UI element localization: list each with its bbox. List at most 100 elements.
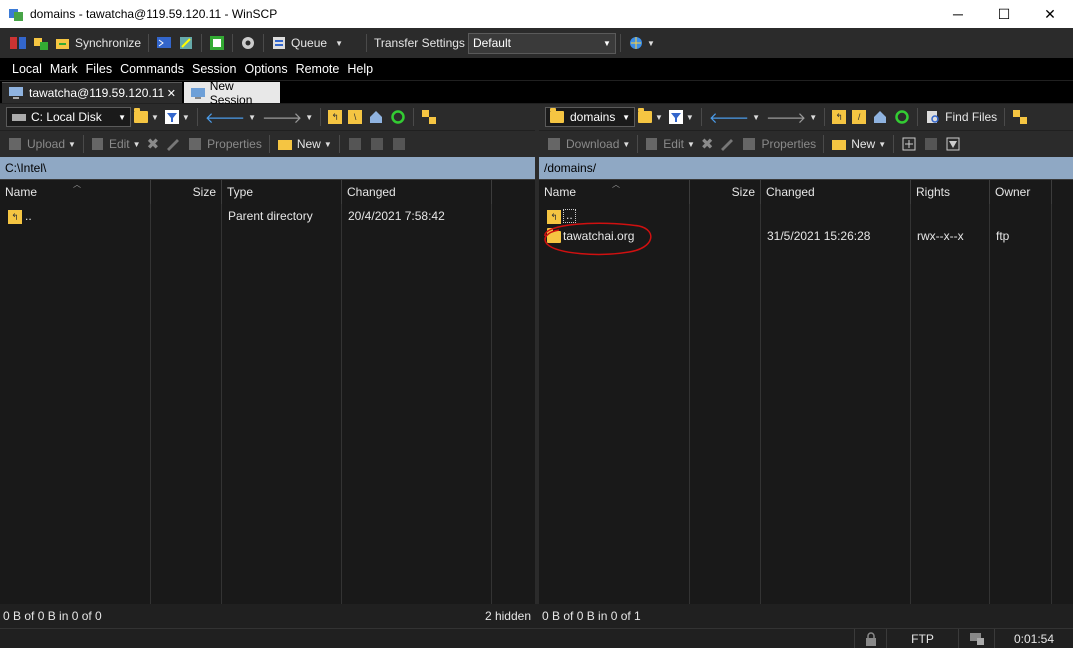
root-directory-icon[interactable]: / (849, 106, 869, 128)
forward-arrow-icon[interactable]: 🡒 ▼ (259, 106, 316, 128)
tree-toggle-icon[interactable] (1009, 106, 1031, 128)
download-button[interactable]: Download ▼ (543, 133, 633, 155)
parent-directory-icon[interactable]: ↰ (325, 106, 345, 128)
tree-toggle-icon[interactable] (418, 106, 440, 128)
column-header-rights[interactable]: Rights (911, 180, 990, 204)
column-header-changed[interactable]: Changed (342, 180, 492, 204)
table-row[interactable]: ↰ .. Parent directory 20/4/2021 7:58:42 (0, 206, 535, 226)
column-header-type[interactable]: Type (222, 180, 342, 204)
synchronize-browsing-icon[interactable] (30, 32, 52, 54)
remote-path-bar[interactable]: /domains/ (539, 157, 1073, 179)
file-changed: 20/4/2021 7:58:42 (348, 209, 445, 223)
select-all-icon[interactable] (344, 133, 366, 155)
column-header-size[interactable]: Size (690, 180, 761, 204)
close-tab-icon[interactable]: ✕ (167, 87, 176, 100)
status-bar: FTP 0:01:54 (0, 628, 1073, 648)
upload-button[interactable]: Upload ▼ (4, 133, 79, 155)
tab-new-session[interactable]: New Session (184, 79, 280, 107)
column-header-owner[interactable]: Owner (990, 180, 1052, 204)
console-icon[interactable] (153, 32, 175, 54)
back-arrow-icon[interactable]: 🡐 ▼ (202, 106, 259, 128)
file-name: .. (25, 209, 32, 223)
column-header-name[interactable]: Name ︿ (539, 180, 690, 204)
globe-icon[interactable]: ▼ (625, 32, 658, 54)
remote-file-list[interactable]: Name ︿ Size Changed Rights Owner ↰ .. taw… (539, 179, 1073, 605)
column-header-size[interactable]: Size (151, 180, 222, 204)
local-file-list[interactable]: Name ︿ Size Type Changed ↰ .. Parent dire… (0, 179, 535, 605)
menu-commands[interactable]: Commands (116, 58, 188, 80)
monitor-icon (9, 87, 23, 99)
synchronize-button[interactable]: Synchronize (52, 32, 144, 54)
remote-folder-select[interactable]: domains ▼ (545, 107, 635, 127)
properties-button[interactable]: Properties (738, 133, 819, 155)
parent-directory-icon[interactable]: ↰ (829, 106, 849, 128)
protocol-indicator: FTP (886, 629, 958, 648)
minimize-button[interactable]: ─ (935, 0, 981, 28)
column-header-name[interactable]: Name ︿ (0, 180, 151, 204)
hidden-count: 2 hidden (484, 609, 531, 623)
home-icon[interactable] (869, 106, 891, 128)
queue-button[interactable]: Queue ▼ (268, 32, 346, 54)
filter-select-icon[interactable] (388, 133, 410, 155)
menu-help[interactable]: Help (343, 58, 377, 80)
filter-icon[interactable]: ▼ (162, 106, 193, 128)
menu-local[interactable]: Local (8, 58, 46, 80)
rename-icon[interactable] (716, 133, 738, 155)
annotation-circle (544, 222, 652, 256)
column-header-changed[interactable]: Changed (761, 180, 911, 204)
unselect-icon[interactable] (920, 133, 942, 155)
winscp-app-icon (8, 6, 24, 22)
properties-icon (743, 138, 756, 150)
filter-select-icon[interactable] (942, 133, 964, 155)
delete-icon[interactable]: ✖ (144, 133, 163, 155)
delete-icon[interactable]: ✖ (698, 133, 717, 155)
local-drive-select[interactable]: C: Local Disk ▼ (6, 107, 131, 127)
unselect-icon[interactable] (366, 133, 388, 155)
find-files-button[interactable]: Find Files (922, 106, 1000, 128)
menu-session[interactable]: Session (188, 58, 240, 80)
menu-options[interactable]: Options (240, 58, 291, 80)
menu-files[interactable]: Files (82, 58, 116, 80)
forward-arrow-icon[interactable]: 🡒 ▼ (763, 106, 820, 128)
synchronize-icon (56, 39, 69, 49)
putty-icon[interactable] (175, 32, 197, 54)
preferences-gear-icon[interactable] (237, 32, 259, 54)
select-all-icon[interactable] (898, 133, 920, 155)
open-directory-icon[interactable] (206, 32, 228, 54)
local-file-toolbar: Upload ▼ Edit ▼ ✖ Properties New ▼ (0, 131, 535, 157)
local-panel: C: Local Disk ▼ ▼ ▼ 🡐 ▼ 🡒 ▼ ↰ \ Upload ▼ Edi… (0, 104, 535, 605)
edit-icon (646, 138, 658, 150)
properties-icon (189, 138, 202, 150)
remote-nav-toolbar: domains ▼ ▼ ▼ 🡐 ▼ 🡒 ▼ ↰ / Find Files (539, 104, 1073, 130)
connection-icon (958, 629, 994, 648)
transfer-settings-label: Transfer Settings (374, 36, 465, 50)
close-window-button[interactable]: ✕ (1027, 0, 1073, 28)
open-folder-icon[interactable]: ▼ (131, 106, 162, 128)
root-directory-icon[interactable]: \ (345, 106, 365, 128)
menu-mark[interactable]: Mark (46, 58, 82, 80)
new-button[interactable]: New ▼ (828, 133, 889, 155)
transfer-settings-select[interactable]: Default ▼ (467, 32, 616, 54)
compare-directories-icon[interactable] (6, 32, 30, 54)
home-icon[interactable] (365, 106, 387, 128)
remote-list-header: Name ︿ Size Changed Rights Owner (539, 180, 1073, 204)
new-button[interactable]: New ▼ (274, 133, 335, 155)
edit-button[interactable]: Edit ▼ (88, 133, 144, 155)
refresh-icon[interactable] (891, 106, 913, 128)
new-session-icon (191, 87, 205, 99)
maximize-button[interactable]: ☐ (981, 0, 1027, 28)
back-arrow-icon[interactable]: 🡐 ▼ (706, 106, 763, 128)
open-folder-icon[interactable]: ▼ (635, 106, 666, 128)
local-nav-toolbar: C: Local Disk ▼ ▼ ▼ 🡐 ▼ 🡒 ▼ ↰ \ (0, 104, 535, 130)
properties-button[interactable]: Properties (184, 133, 265, 155)
tab-session-tawatcha[interactable]: tawatcha@119.59.120.11 ✕ (2, 82, 182, 103)
drive-icon (12, 114, 26, 121)
rename-icon[interactable] (162, 133, 184, 155)
remote-file-toolbar: Download ▼ Edit ▼ ✖ Properties New ▼ (539, 131, 1073, 157)
local-path-bar[interactable]: C:\Intel\ (0, 157, 535, 179)
refresh-icon[interactable] (387, 106, 409, 128)
menu-remote[interactable]: Remote (292, 58, 344, 80)
download-icon (548, 138, 560, 150)
edit-button[interactable]: Edit ▼ (642, 133, 698, 155)
filter-icon[interactable]: ▼ (666, 106, 697, 128)
